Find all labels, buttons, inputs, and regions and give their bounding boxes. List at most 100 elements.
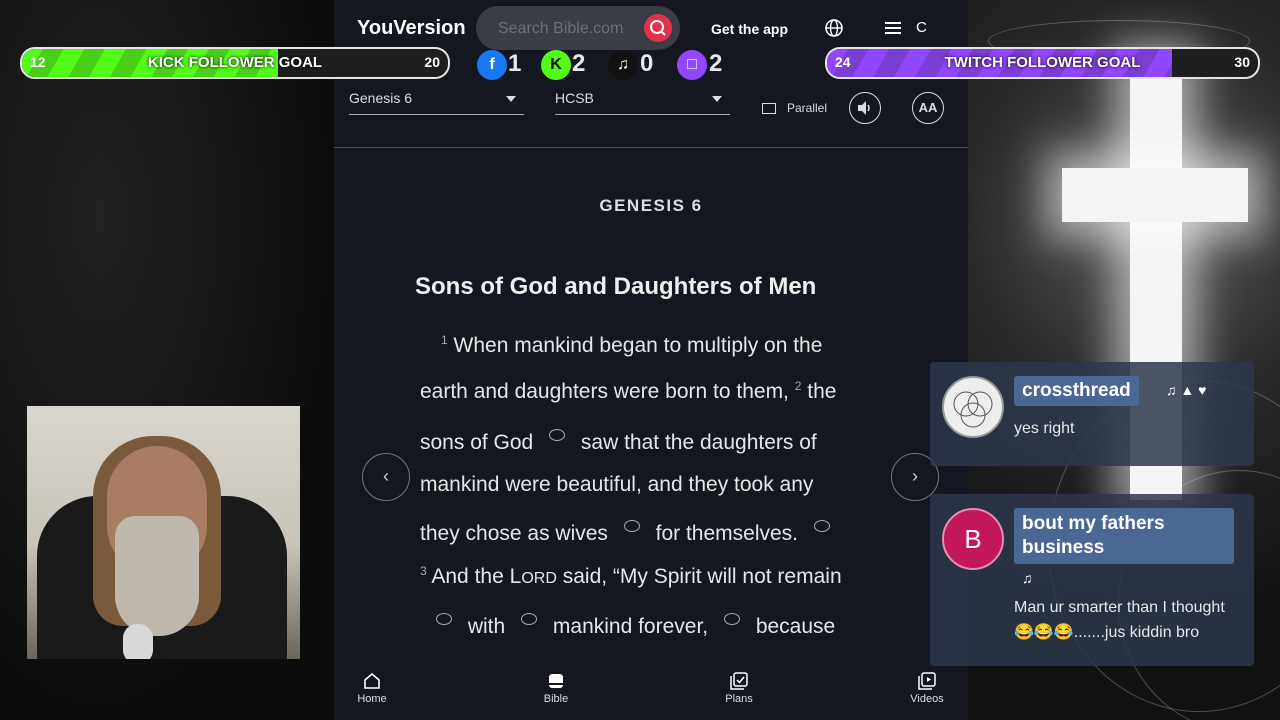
tiktok-badge-icon: ♫ — [1022, 570, 1033, 586]
streamer-beard — [115, 516, 199, 636]
search-input[interactable]: Search Bible.com — [498, 20, 623, 38]
verse-line: 1 When mankind began to multiply on the — [441, 333, 822, 358]
twitch-count: 2 — [709, 50, 723, 77]
get-app-link[interactable]: Get the app — [711, 21, 788, 37]
avatar-logo-icon — [953, 391, 993, 428]
version-selector[interactable]: HCSB — [555, 90, 730, 115]
verse-line: sons of God saw that the daughters of — [420, 429, 817, 455]
footnote-icon[interactable] — [623, 520, 640, 532]
verse-text[interactable]: they chose as wives — [420, 522, 608, 545]
twitch-goal-label: TWITCH FOLLOWER GOAL — [944, 54, 1141, 71]
nav-plans[interactable]: Plans — [699, 672, 779, 705]
chat-message: crossthread ♫ ▲ ♥ yes right — [930, 362, 1254, 466]
version-selector-label: HCSB — [555, 90, 594, 106]
nav-videos-label: Videos — [910, 693, 944, 705]
footnote-icon[interactable] — [549, 429, 566, 441]
footnote-icon[interactable] — [436, 613, 452, 625]
audio-button[interactable] — [849, 92, 881, 124]
chevron-down-icon — [712, 96, 722, 102]
chat-username: bout my fathers business — [1014, 508, 1234, 564]
nav-home-label: Home — [357, 693, 387, 705]
verse-text[interactable]: When mankind began to multiply on the — [454, 334, 823, 357]
chevron-right-icon: › — [912, 466, 918, 486]
chat-avatar: B — [942, 508, 1004, 570]
kick-goal-label: KICK FOLLOWER GOAL — [147, 54, 323, 71]
verse-text[interactable]: for themselves. — [656, 522, 798, 545]
nav-plans-label: Plans — [725, 693, 753, 705]
parallel-button[interactable]: Parallel — [787, 101, 827, 115]
search-box[interactable]: Search Bible.com — [476, 6, 680, 50]
search-icon — [650, 20, 666, 36]
book-selector-label: Genesis 6 — [349, 90, 413, 106]
nav-bible[interactable]: Bible — [516, 672, 596, 705]
twitch-goal-target: 30 — [1234, 54, 1250, 70]
home-icon — [364, 672, 380, 689]
lord-initial: L — [509, 565, 522, 588]
verse-text[interactable]: the — [807, 380, 836, 403]
verse-text[interactable]: earth and daughters were born to them, — [420, 380, 789, 403]
twitch-icon: □ — [677, 50, 707, 80]
verse-line: they chose as wives for themselves. — [420, 520, 840, 546]
plans-icon — [730, 672, 748, 690]
verse-text[interactable]: And the — [431, 565, 503, 588]
chat-message-text: yes right — [1014, 420, 1075, 437]
videos-icon — [918, 672, 936, 690]
chevron-down-icon — [506, 96, 516, 102]
bible-app: YouVersion Search Bible.com Get the app … — [334, 0, 968, 720]
tiktok-badge-icon: ♫ ▲ ♥ — [1166, 382, 1207, 398]
footnote-icon[interactable] — [521, 613, 538, 625]
webcam-feed — [27, 406, 300, 659]
header-divider — [334, 147, 968, 148]
facebook-count: 1 — [508, 50, 522, 77]
verse-line: earth and daughters were born to them, 2… — [420, 379, 836, 404]
menu-icon[interactable] — [885, 20, 901, 36]
lord-rest: ORD — [521, 570, 557, 587]
speaker-icon — [858, 101, 870, 115]
chat-username: crossthread — [1014, 376, 1139, 406]
font-size-button[interactable]: AA — [912, 92, 944, 124]
verse-text[interactable]: because — [756, 615, 835, 638]
youversion-logo[interactable]: YouVersion — [357, 17, 466, 40]
microphone — [123, 624, 153, 659]
verse-line: 3 And the LORD said, “My Spirit will not… — [420, 564, 842, 589]
globe-icon[interactable] — [824, 18, 844, 38]
verse-text[interactable]: mankind forever, — [553, 615, 708, 638]
kick-count: 2 — [572, 50, 586, 77]
verse-text[interactable]: said, “My Spirit will not remain — [563, 565, 842, 588]
parallel-icon — [762, 103, 776, 114]
previous-chapter-button[interactable]: ‹ — [362, 453, 410, 501]
bottom-nav: Home Bible Plans Videos — [334, 660, 968, 720]
verse-text[interactable]: sons of God — [420, 431, 533, 454]
verse-line: with mankind forever, because — [426, 613, 835, 639]
chevron-left-icon: ‹ — [383, 466, 389, 486]
verse-line: mankind were beautiful, and they took an… — [420, 473, 813, 497]
section-heading: Sons of God and Daughters of Men — [415, 273, 817, 300]
lord-small-caps[interactable]: LORD — [510, 565, 557, 588]
verse-text[interactable]: with — [468, 615, 505, 638]
book-selector[interactable]: Genesis 6 — [349, 90, 524, 115]
user-avatar[interactable]: C — [916, 19, 927, 36]
twitch-follower-goal: 24 TWITCH FOLLOWER GOAL 30 — [825, 47, 1260, 79]
verse-text[interactable]: saw that the daughters of — [581, 431, 817, 454]
verse-number: 1 — [441, 333, 448, 347]
chat-message-text: Man ur smarter than I thought — [1014, 599, 1225, 616]
nav-bible-label: Bible — [543, 693, 569, 705]
tiktok-count: 0 — [640, 50, 654, 77]
chat-message-text: 😂😂😂.......jus kiddin bro — [1014, 624, 1200, 641]
tiktok-icon: ♫ — [608, 50, 638, 80]
search-button[interactable] — [644, 14, 672, 42]
nav-home[interactable]: Home — [332, 672, 412, 705]
nav-videos[interactable]: Videos — [887, 672, 967, 705]
footnote-icon[interactable] — [723, 613, 740, 625]
verse-text[interactable]: mankind were beautiful, and they took an… — [420, 473, 813, 496]
verse-number: 2 — [794, 379, 802, 393]
kick-goal-target: 20 — [424, 54, 440, 70]
bible-icon — [549, 674, 563, 688]
verse-number: 3 — [420, 564, 427, 578]
chat-username-line: bout my fathers — [1022, 513, 1165, 534]
chat-username-line: business — [1022, 537, 1105, 558]
facebook-icon: f — [477, 50, 507, 80]
chat-message: B bout my fathers business ♫ Man ur smar… — [930, 494, 1254, 666]
footnote-icon[interactable] — [813, 520, 830, 532]
kick-follower-goal: 12 KICK FOLLOWER GOAL 20 — [20, 47, 450, 79]
